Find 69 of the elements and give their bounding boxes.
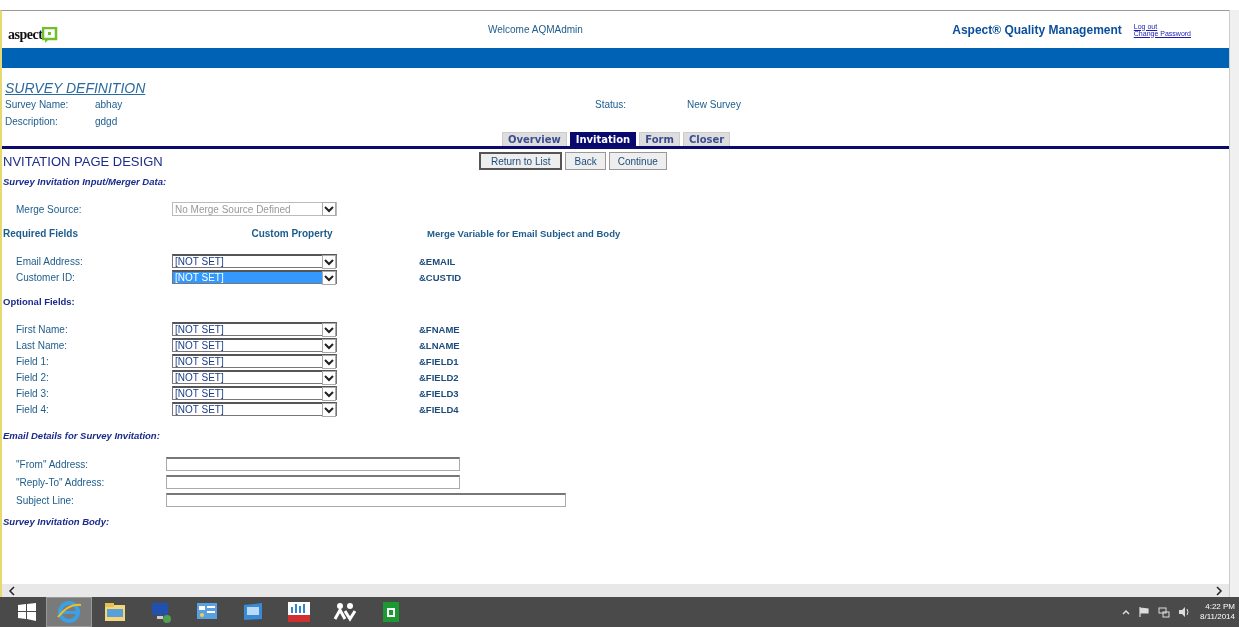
dropdown[interactable]: [NOT SET] [172,354,337,368]
product-title: Aspect® Quality Management [952,22,1122,37]
section-heading: Optional Fields: [3,294,76,309]
tab[interactable]: Invitation [569,132,637,146]
show-hidden-icon [1122,608,1130,616]
field-label: Description: [5,116,59,127]
field-label: Field 2: [16,371,50,383]
section-title: SURVEY DEFINITION [5,80,147,96]
merge-variable: &FIELD1 [418,355,459,367]
field-label: Customer ID: [16,271,76,283]
windows-start-icon[interactable] [16,601,38,623]
section-heading: Email Details for Survey Invitation: [3,428,161,443]
field-label: Field 1: [16,355,50,367]
field-label: Survey Name: [5,99,70,110]
field-label: Last Name: [16,339,69,351]
tab[interactable]: Form [639,132,680,146]
column-heading: Required Fields [3,227,79,239]
nav-button[interactable]: Back [565,152,606,170]
scroll-left-icon [8,585,16,596]
input-field[interactable] [166,457,460,471]
network-icon [1158,606,1170,618]
field-label: Email Address: [16,255,84,267]
vertical-scrollbar[interactable] [1229,10,1239,597]
signal-bars-icon [286,599,312,625]
dropdown[interactable]: [NOT SET] [172,254,337,268]
field-label: "Reply-To" Address: [16,476,106,488]
speaker-icon [1178,606,1190,618]
welcome-text: Welcome AQMAdmin [488,24,584,35]
flag-icon [1138,606,1150,618]
input-field[interactable] [166,475,460,489]
input-field[interactable] [166,493,566,507]
page-title: NVITATION PAGE DESIGN [3,153,164,169]
clock-date: 8/11/2014 [1200,612,1235,622]
section-heading: Survey Invitation Body: [3,514,111,529]
merge-variable: &FIELD3 [418,387,459,399]
nav-button[interactable]: Return to List [479,152,563,170]
column-heading: Merge Variable for Email Subject and Body [426,227,621,239]
tab[interactable]: Closer [682,132,731,146]
merge-variable: &FIELD4 [418,403,459,415]
horizontal-scrollbar[interactable] [2,584,1229,597]
field-value: abhay [95,99,124,110]
field-label: Subject Line: [16,494,75,506]
status-value: New Survey [687,99,741,110]
speech-bubble-icon [42,26,59,43]
merge-variable: &FNAME [418,323,460,335]
logo-text: aspect [8,26,43,43]
dropdown[interactable]: [NOT SET] [172,370,337,384]
merge-variable: &CUSTID [418,271,462,283]
field-label: Field 4: [16,403,50,415]
nav-button[interactable]: Continue [608,152,667,170]
clock-time: 4:22 PM [1205,602,1235,612]
browser-icon [56,599,82,625]
column-heading: Custom Property [250,227,334,239]
dropdown[interactable]: [NOT SET] [172,338,337,352]
merge-variable: &LNAME [418,339,460,351]
tab[interactable]: Overview [502,132,567,146]
merge-variable: &EMAIL [418,255,456,267]
scroll-right-icon [1215,585,1223,596]
field-label: Field 3: [16,387,50,399]
field-value: gdgd [95,116,119,127]
field-label: Merge Source: [16,203,83,215]
section-heading: Survey Invitation Input/Merger Data: [3,174,168,189]
dropdown[interactable]: [NOT SET] [172,386,337,400]
field-label: "From" Address: [16,458,90,470]
merge-variable: &FIELD2 [418,371,459,383]
dropdown[interactable]: [NOT SET] [172,402,337,416]
status-label: Status: [595,99,628,110]
field-label: First Name: [16,323,69,335]
dropdown[interactable]: [NOT SET] [172,322,337,336]
